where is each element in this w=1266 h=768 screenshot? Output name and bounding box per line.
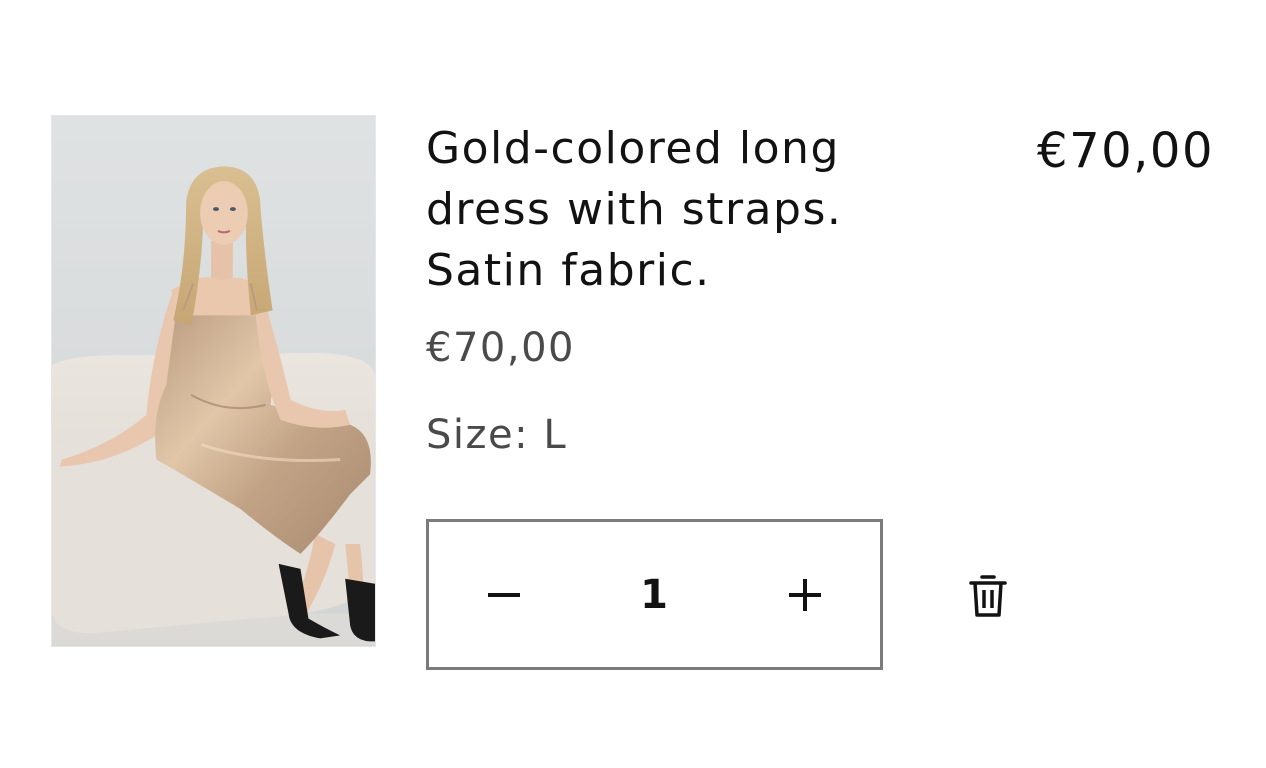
cart-item: Gold-colored long dress with straps. Sat… [0,0,1266,768]
trash-icon [969,575,1007,617]
remove-item-button[interactable] [962,568,1014,624]
quantity-stepper: 1 [426,519,883,670]
plus-icon [789,578,821,611]
minus-icon [488,592,520,597]
size-value: L [543,412,568,458]
size-label: Size: [426,412,530,458]
line-total-price: €70,00 [1037,123,1214,179]
product-photo [52,116,375,646]
size-option: Size: L [426,412,567,458]
decrease-quantity-button[interactable] [429,522,579,667]
product-title[interactable]: Gold-colored long dress with straps. Sat… [426,118,926,301]
product-image[interactable] [51,115,376,647]
unit-price: €70,00 [426,325,575,371]
quantity-value[interactable]: 1 [580,572,730,618]
increase-quantity-button[interactable] [730,522,880,667]
